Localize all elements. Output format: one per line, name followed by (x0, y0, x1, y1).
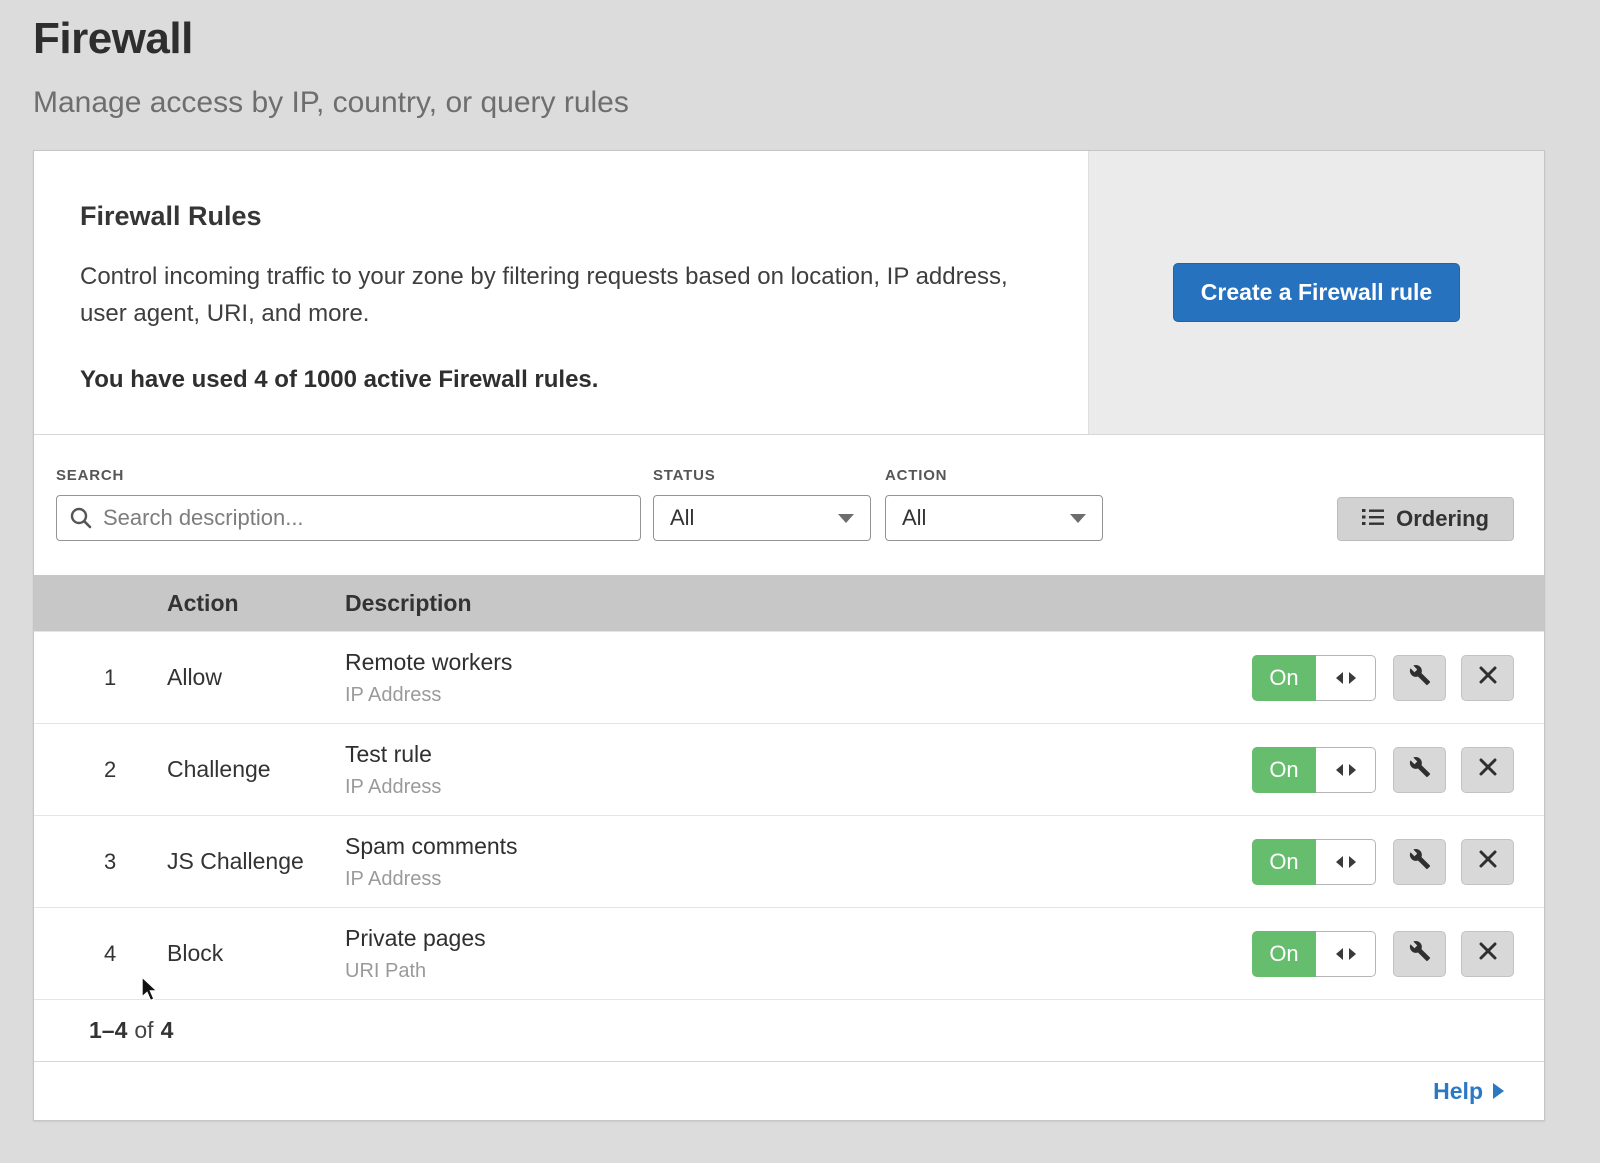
ordering-list-icon (1362, 506, 1384, 532)
status-select[interactable]: All (653, 495, 871, 541)
rule-match-type: IP Address (345, 776, 1252, 799)
card-description: Control incoming traffic to your zone by… (80, 258, 1028, 332)
status-label: STATUS (653, 467, 871, 484)
rule-number: 2 (104, 757, 167, 783)
status-selected-value: All (670, 505, 694, 531)
page-subtitle: Manage access by IP, country, or query r… (33, 86, 1545, 120)
table-row: 2 Challenge Test rule IP Address On (34, 723, 1544, 815)
rule-description: Spam comments (345, 833, 1252, 860)
delete-rule-button[interactable] (1461, 931, 1514, 977)
rule-action: JS Challenge (167, 848, 345, 875)
ordering-button-label: Ordering (1396, 506, 1489, 532)
drag-handle-icon[interactable] (1316, 839, 1376, 885)
usage-summary: You have used 4 of 1000 active Firewall … (80, 366, 1028, 394)
card-footer: Help (34, 1061, 1544, 1120)
search-group: SEARCH (56, 467, 641, 541)
rule-description: Remote workers (345, 649, 1252, 676)
card-intro: Firewall Rules Control incoming traffic … (34, 151, 1088, 434)
edit-rule-button[interactable] (1393, 931, 1446, 977)
close-icon (1479, 942, 1497, 965)
pagination: 1–4 of 4 (34, 999, 1544, 1061)
search-icon (69, 506, 93, 530)
action-select[interactable]: All (885, 495, 1103, 541)
status-filter-group: STATUS All (653, 467, 871, 541)
chevron-down-icon (838, 514, 854, 523)
create-firewall-rule-button[interactable]: Create a Firewall rule (1173, 263, 1460, 322)
rule-action: Allow (167, 664, 345, 691)
page-header: Firewall Manage access by IP, country, o… (0, 0, 1600, 120)
rule-number: 3 (104, 849, 167, 875)
rule-match-type: IP Address (345, 868, 1252, 891)
action-selected-value: All (902, 505, 926, 531)
rule-toggle[interactable]: On (1252, 931, 1316, 977)
delete-rule-button[interactable] (1461, 839, 1514, 885)
rule-match-type: IP Address (345, 684, 1252, 707)
pagination-of: of (134, 1017, 153, 1044)
filters-bar: SEARCH STATUS All ACTION All (34, 434, 1544, 575)
drag-handle-icon[interactable] (1316, 655, 1376, 701)
pagination-range: 1–4 (89, 1017, 127, 1044)
column-action: Action (167, 590, 345, 617)
close-icon (1479, 666, 1497, 689)
rule-toggle[interactable]: On (1252, 747, 1316, 793)
rule-number: 1 (104, 665, 167, 691)
wrench-icon (1409, 940, 1431, 967)
rule-description: Private pages (345, 925, 1252, 952)
wrench-icon (1409, 664, 1431, 691)
chevron-down-icon (1070, 514, 1086, 523)
search-label: SEARCH (56, 467, 641, 484)
drag-handle-icon[interactable] (1316, 747, 1376, 793)
rule-match-type: URI Path (345, 960, 1252, 983)
wrench-icon (1409, 756, 1431, 783)
card-top: Firewall Rules Control incoming traffic … (34, 151, 1544, 434)
rule-action: Block (167, 940, 345, 967)
delete-rule-button[interactable] (1461, 655, 1514, 701)
card-action-panel: Create a Firewall rule (1088, 151, 1544, 434)
table-row: 3 JS Challenge Spam comments IP Address … (34, 815, 1544, 907)
close-icon (1479, 758, 1497, 781)
card-heading: Firewall Rules (80, 201, 1028, 232)
page-title: Firewall (33, 14, 1545, 64)
help-link[interactable]: Help (1433, 1078, 1504, 1105)
help-arrow-icon (1493, 1083, 1504, 1099)
help-link-label: Help (1433, 1078, 1483, 1105)
action-label: ACTION (885, 467, 1103, 484)
firewall-card: Firewall Rules Control incoming traffic … (33, 150, 1545, 1121)
rule-number: 4 (104, 941, 167, 967)
table-header: Action Description (34, 575, 1544, 631)
delete-rule-button[interactable] (1461, 747, 1514, 793)
rule-toggle[interactable]: On (1252, 839, 1316, 885)
drag-handle-icon[interactable] (1316, 931, 1376, 977)
wrench-icon (1409, 848, 1431, 875)
rule-action: Challenge (167, 756, 345, 783)
close-icon (1479, 850, 1497, 873)
edit-rule-button[interactable] (1393, 655, 1446, 701)
ordering-button[interactable]: Ordering (1337, 497, 1514, 541)
pagination-total: 4 (161, 1017, 174, 1044)
table-row: 1 Allow Remote workers IP Address On (34, 631, 1544, 723)
edit-rule-button[interactable] (1393, 839, 1446, 885)
column-description: Description (345, 590, 1544, 617)
action-filter-group: ACTION All (885, 467, 1103, 541)
table-row: 4 Block Private pages URI Path On (34, 907, 1544, 999)
rule-toggle[interactable]: On (1252, 655, 1316, 701)
edit-rule-button[interactable] (1393, 747, 1446, 793)
search-input[interactable] (56, 495, 641, 541)
rule-description: Test rule (345, 741, 1252, 768)
